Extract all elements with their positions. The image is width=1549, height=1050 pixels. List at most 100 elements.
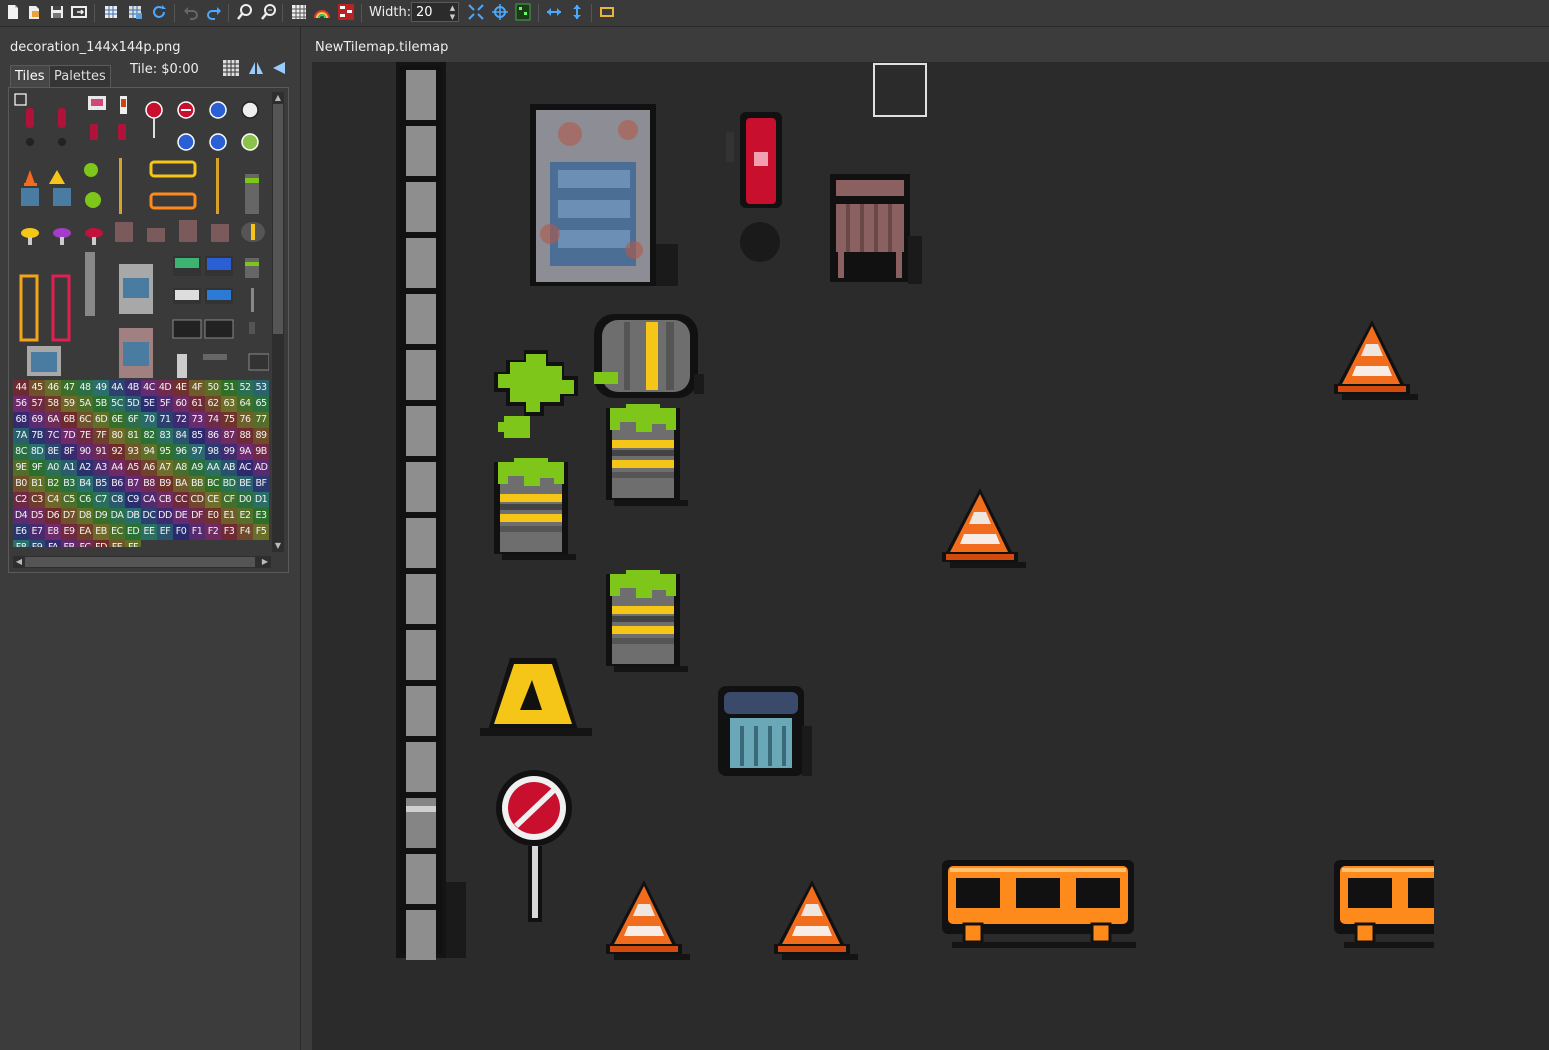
tileset-horizontal-scrollbar[interactable]: ◀ ▶	[13, 556, 271, 568]
tile-index-cell[interactable]: A3	[93, 460, 109, 476]
tile-index-cell[interactable]: 64	[237, 396, 253, 412]
tile-index-cell[interactable]: CB	[157, 492, 173, 508]
tile-index-cell[interactable]: E0	[205, 508, 221, 524]
tile-index-cell[interactable]: EF	[157, 524, 173, 540]
refresh-icon[interactable]	[150, 3, 168, 21]
tile-index-cell[interactable]: E1	[221, 508, 237, 524]
tile-index-cell[interactable]: 9E	[13, 460, 29, 476]
tile-index-cell[interactable]: 9B	[253, 444, 269, 460]
save-icon[interactable]	[48, 3, 66, 21]
tile-index-cell[interactable]: 8F	[61, 444, 77, 460]
tile-index-cell[interactable]: B0	[13, 476, 29, 492]
tile-index-cell[interactable]: BF	[253, 476, 269, 492]
tile-index-cell[interactable]: F8	[13, 540, 29, 547]
tile-flip-vertical-icon[interactable]	[271, 60, 287, 76]
tile-index-cell[interactable]: 4C	[141, 380, 157, 396]
tile-index-cell[interactable]: D7	[61, 508, 77, 524]
tile-index-cell[interactable]: 87	[221, 428, 237, 444]
tile-index-cell[interactable]: BC	[205, 476, 221, 492]
zoom-out-icon[interactable]	[260, 3, 278, 21]
tile-index-cell[interactable]: 90	[77, 444, 93, 460]
tile-index-cell[interactable]: 70	[141, 412, 157, 428]
tile-index-cell[interactable]: DB	[125, 508, 141, 524]
tile-index-cell[interactable]: 49	[93, 380, 109, 396]
tile-index-cell[interactable]: 62	[205, 396, 221, 412]
tile-index-cell[interactable]: 6B	[61, 412, 77, 428]
tile-index-cell[interactable]: 83	[157, 428, 173, 444]
tile-index-cell[interactable]: B1	[29, 476, 45, 492]
tile-index-cell[interactable]: DC	[141, 508, 157, 524]
tile-index-cell[interactable]: 6A	[45, 412, 61, 428]
tile-index-cell[interactable]: BD	[221, 476, 237, 492]
tile-index-cell[interactable]: ED	[125, 524, 141, 540]
tile-index-cell[interactable]: 72	[173, 412, 189, 428]
horizontal-scroll-thumb[interactable]	[25, 557, 255, 567]
redo-icon[interactable]	[205, 3, 223, 21]
tile-index-cell[interactable]: FF	[125, 540, 141, 547]
tile-index-cell[interactable]: 84	[173, 428, 189, 444]
tile-index-cell[interactable]: D1	[253, 492, 269, 508]
tile-index-cell[interactable]: E8	[45, 524, 61, 540]
tile-index-cell[interactable]: D6	[45, 508, 61, 524]
tilemap-canvas[interactable]	[312, 62, 1549, 1050]
width-input[interactable]	[414, 4, 446, 20]
tile-index-cell[interactable]: AA	[205, 460, 221, 476]
tile-index-cell[interactable]: B7	[125, 476, 141, 492]
tile-index-cell[interactable]: 9F	[29, 460, 45, 476]
tile-index-cell[interactable]: 5E	[141, 396, 157, 412]
tile-index-cell[interactable]: FE	[109, 540, 125, 547]
tilemap-document-tab[interactable]: NewTilemap.tilemap	[315, 40, 448, 55]
tile-index-cell[interactable]: B6	[109, 476, 125, 492]
tile-index-cell[interactable]: 81	[125, 428, 141, 444]
tile-index-cell[interactable]: 57	[29, 396, 45, 412]
new-file-icon[interactable]	[4, 3, 22, 21]
tile-index-cell[interactable]: 89	[253, 428, 269, 444]
tile-grid-toggle-icon[interactable]	[223, 60, 239, 76]
tile-flip-horizontal-icon[interactable]	[248, 60, 264, 76]
tile-index-cell[interactable]: F2	[205, 524, 221, 540]
tile-index-cell[interactable]: 75	[221, 412, 237, 428]
tile-index-cell[interactable]: D8	[77, 508, 93, 524]
tile-index-cell[interactable]: D4	[13, 508, 29, 524]
tile-index-cell[interactable]: 51	[221, 380, 237, 396]
tile-index-cell[interactable]: CC	[173, 492, 189, 508]
tile-index-cell[interactable]: A9	[189, 460, 205, 476]
tile-index-cell[interactable]: 4A	[109, 380, 125, 396]
minimap-icon[interactable]	[514, 3, 532, 21]
tile-index-cell[interactable]: 53	[253, 380, 269, 396]
tile-index-cell[interactable]: 4D	[157, 380, 173, 396]
tile-index-cell[interactable]: A8	[173, 460, 189, 476]
tile-index-cell[interactable]: 77	[253, 412, 269, 428]
tile-index-cell[interactable]: 99	[221, 444, 237, 460]
tile-index-cell[interactable]: FD	[93, 540, 109, 547]
tile-index-cell[interactable]: BA	[173, 476, 189, 492]
tile-grid[interactable]: 44 45 46 47 48 49 4A 4B 4C 4D 4E 4F 50 51 52 53 56 57 58 59…	[13, 92, 269, 547]
tile-index-cell[interactable]: 5A	[77, 396, 93, 412]
tile-index-cell[interactable]: D9	[93, 508, 109, 524]
tile-index-cell[interactable]: DD	[157, 508, 173, 524]
tile-index-cell[interactable]: 95	[157, 444, 173, 460]
tab-tiles[interactable]: Tiles	[10, 65, 50, 87]
tile-index-cell[interactable]: F5	[253, 524, 269, 540]
tile-index-cell[interactable]: 97	[189, 444, 205, 460]
tile-index-cell[interactable]: C3	[29, 492, 45, 508]
tileset-preview[interactable]	[13, 92, 269, 380]
scroll-left-icon[interactable]: ◀	[13, 556, 25, 568]
tilemap-view[interactable]	[312, 62, 1549, 1050]
tile-index-cell[interactable]: 7B	[29, 428, 45, 444]
tab-palettes[interactable]: Palettes	[49, 65, 111, 87]
tile-index-cell[interactable]: 44	[13, 380, 29, 396]
tile-index-cell[interactable]: 7F	[93, 428, 109, 444]
tile-index-cell[interactable]: 74	[205, 412, 221, 428]
tile-index-cell[interactable]: B3	[61, 476, 77, 492]
tile-index-cell[interactable]: FC	[77, 540, 93, 547]
tile-index-cell[interactable]: EA	[77, 524, 93, 540]
tile-index-cell[interactable]: CE	[205, 492, 221, 508]
spin-up-icon[interactable]: ▲	[448, 4, 457, 12]
width-spinbox[interactable]: ▲ ▼	[411, 2, 459, 22]
tile-index-cell[interactable]: DE	[173, 508, 189, 524]
tile-index-cell[interactable]: C7	[93, 492, 109, 508]
scroll-up-icon[interactable]: ▲	[272, 92, 284, 104]
tile-index-cell[interactable]: 46	[45, 380, 61, 396]
tile-index-cell[interactable]: 52	[237, 380, 253, 396]
